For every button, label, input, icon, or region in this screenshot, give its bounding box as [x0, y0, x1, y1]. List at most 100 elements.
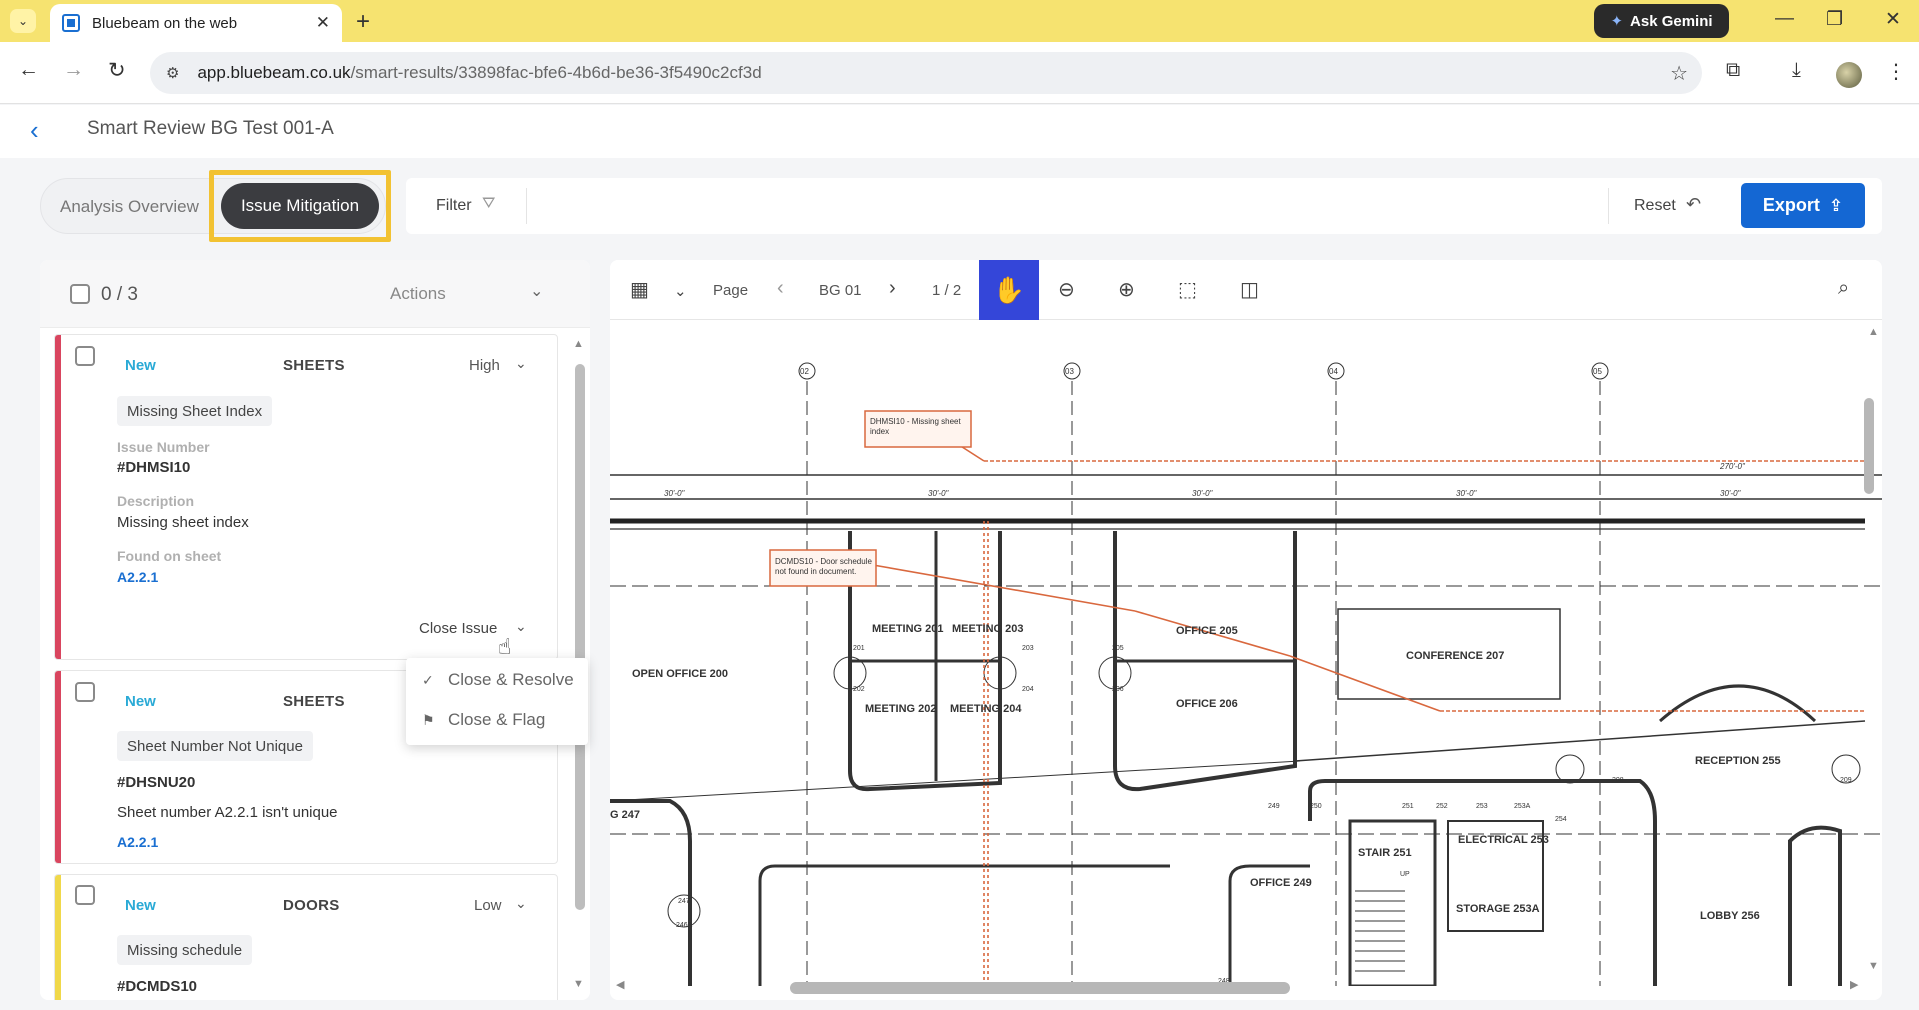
- chevron-down-icon[interactable]: ⌄: [530, 281, 543, 301]
- dimension-label: 30'-0": [1720, 489, 1742, 498]
- tab-issue-mitigation[interactable]: Issue Mitigation: [221, 183, 379, 229]
- page-name-select[interactable]: BG 01: [819, 282, 862, 299]
- door-tag: 209: [1840, 777, 1852, 784]
- browser-tab-bar: ⌄ Bluebeam on the web ✕ + ✦ Ask Gemini —…: [0, 0, 1919, 42]
- export-button[interactable]: Export ⇪: [1741, 183, 1865, 228]
- reload-icon[interactable]: ↻: [108, 58, 126, 83]
- extensions-icon[interactable]: ⧉: [1726, 59, 1740, 82]
- site-info-icon[interactable]: ⚙: [166, 64, 179, 82]
- thumbnails-grid-icon[interactable]: ▦: [630, 277, 649, 302]
- room-label: MEETING 202: [865, 703, 937, 715]
- chevron-down-icon[interactable]: ⌄: [515, 355, 527, 372]
- restore-icon[interactable]: ❐: [1826, 8, 1843, 31]
- ask-gemini-button[interactable]: ✦ Ask Gemini: [1594, 4, 1729, 38]
- priority-accent-bar: [55, 875, 61, 1000]
- url-input[interactable]: ⚙ app.bluebeam.co.uk/smart-results/33898…: [150, 52, 1702, 94]
- sheet-link[interactable]: A2.2.1: [117, 569, 158, 585]
- scrollbar-thumb[interactable]: [575, 364, 585, 910]
- share-icon: ⇪: [1828, 195, 1844, 215]
- minimize-icon[interactable]: —: [1775, 8, 1794, 30]
- dimension-label: 30'-0": [1192, 489, 1214, 498]
- grid-bubble-label: 02: [800, 367, 809, 376]
- prev-page-icon[interactable]: ‹: [777, 277, 784, 300]
- room-label: RECEPTION 255: [1695, 755, 1781, 767]
- address-bar-row: ← → ↻ ⚙ app.bluebeam.co.uk/smart-results…: [0, 42, 1919, 104]
- scroll-left-arrow-icon[interactable]: ◀: [616, 978, 624, 991]
- filter-button[interactable]: Filter: [436, 197, 472, 215]
- chevron-down-icon[interactable]: ⌄: [515, 618, 527, 635]
- floor-plan-drawing[interactable]: DHMSI10 - Missing sheet index DCMDS10 - …: [610, 321, 1882, 986]
- issue-checkbox[interactable]: [75, 346, 95, 366]
- document-viewer: ▦ ⌄ Page ‹ BG 01 › 1 / 2 ✋ ⊖ ⊕ ⬚ ◫ ⌕ DHM…: [610, 260, 1882, 1000]
- profile-avatar[interactable]: [1836, 62, 1862, 88]
- menu-item-close-flag[interactable]: ⚑ Close & Flag: [422, 710, 545, 730]
- next-page-icon[interactable]: ›: [889, 277, 896, 300]
- zoom-in-icon[interactable]: ⊕: [1118, 277, 1135, 302]
- scroll-right-arrow-icon[interactable]: ▶: [1850, 978, 1858, 991]
- priority-accent-bar: [55, 671, 61, 863]
- back-chevron-icon[interactable]: ‹: [30, 115, 39, 146]
- scroll-up-arrow-icon[interactable]: ▲: [573, 338, 584, 350]
- pan-hand-icon[interactable]: ✋: [979, 260, 1039, 320]
- window-close-icon[interactable]: ✕: [1885, 8, 1901, 31]
- actions-dropdown[interactable]: Actions: [390, 284, 446, 304]
- description-label: Description: [117, 493, 195, 509]
- scroll-down-arrow-icon[interactable]: ▼: [1868, 960, 1879, 972]
- undo-icon[interactable]: ↶: [1686, 194, 1701, 215]
- door-tag: 247: [678, 898, 690, 905]
- priority-dropdown[interactable]: High: [469, 357, 500, 374]
- door-tag: 204: [1022, 686, 1034, 693]
- hand-cursor-icon: ☝: [498, 634, 512, 659]
- browser-menu-icon[interactable]: ⋮: [1886, 59, 1906, 84]
- issue-card[interactable]: New SHEETS High ⌄ Missing Sheet Index Is…: [54, 334, 558, 660]
- issue-checkbox[interactable]: [75, 682, 95, 702]
- door-tag: 206: [1112, 686, 1124, 693]
- reset-button[interactable]: Reset: [1634, 197, 1676, 215]
- close-issue-button[interactable]: Close Issue: [419, 620, 497, 637]
- filter-funnel-icon[interactable]: ⛛: [482, 195, 495, 213]
- door-tag: 205: [1112, 645, 1124, 652]
- viewer-toolbar: ▦ ⌄ Page ‹ BG 01 › 1 / 2 ✋ ⊖ ⊕ ⬚ ◫ ⌕: [610, 260, 1882, 320]
- scroll-down-arrow-icon[interactable]: ▼: [573, 978, 584, 990]
- search-icon[interactable]: ⌕: [1838, 277, 1849, 300]
- menu-item-label: Close & Resolve: [448, 670, 574, 689]
- tab-search-chevron-icon[interactable]: ⌄: [10, 9, 36, 33]
- menu-item-close-resolve[interactable]: ✓ Close & Resolve: [422, 670, 574, 690]
- forward-arrow-icon[interactable]: →: [63, 58, 84, 82]
- back-arrow-icon[interactable]: ←: [18, 58, 39, 82]
- horizontal-scrollbar-thumb[interactable]: [790, 982, 1290, 994]
- issue-description: Sheet number A2.2.1 isn't unique: [117, 804, 338, 821]
- download-icon[interactable]: ⤓: [1792, 59, 1801, 82]
- bluebeam-favicon-icon: [62, 14, 80, 32]
- browser-tab[interactable]: Bluebeam on the web ✕: [50, 4, 342, 42]
- url-path: /smart-results/33898fac-bfe6-4b6d-be36-3…: [350, 63, 762, 82]
- double-check-icon: ✓: [422, 671, 434, 688]
- priority-dropdown[interactable]: Low: [474, 897, 502, 914]
- url-host: app.bluebeam.co.uk: [197, 63, 351, 82]
- select-all-checkbox[interactable]: [70, 284, 90, 304]
- page-count: 1 / 2: [932, 282, 962, 299]
- grid-bubble-label: 03: [1065, 367, 1074, 376]
- room-label: OPEN OFFICE 200: [632, 668, 728, 680]
- scroll-up-arrow-icon[interactable]: ▲: [1868, 326, 1879, 338]
- ask-gemini-label: Ask Gemini: [1630, 12, 1713, 30]
- tab-analysis-overview[interactable]: Analysis Overview: [60, 197, 199, 217]
- vertical-scrollbar-thumb[interactable]: [1864, 398, 1874, 494]
- menu-item-label: Close & Flag: [448, 710, 546, 729]
- door-tag: 250: [1310, 803, 1322, 810]
- issue-checkbox[interactable]: [75, 885, 95, 905]
- sheet-link[interactable]: A2.2.1: [117, 834, 158, 850]
- close-tab-icon[interactable]: ✕: [316, 13, 330, 33]
- split-view-icon[interactable]: ◫: [1240, 277, 1259, 302]
- bookmark-star-icon[interactable]: ☆: [1670, 61, 1688, 86]
- chevron-down-icon[interactable]: ⌄: [674, 282, 687, 300]
- room-label: MEETING 203: [952, 623, 1024, 635]
- chevron-down-icon[interactable]: ⌄: [515, 895, 527, 912]
- grid-bubble-label: 04: [1329, 367, 1338, 376]
- zoom-out-icon[interactable]: ⊖: [1058, 277, 1075, 302]
- export-label: Export: [1762, 195, 1820, 215]
- issue-card[interactable]: New DOORS Low ⌄ Missing schedule #DCMDS1…: [54, 874, 558, 1000]
- new-tab-icon[interactable]: +: [356, 8, 370, 36]
- zoom-area-icon[interactable]: ⬚: [1178, 277, 1197, 302]
- room-label: ELECTRICAL 253: [1458, 834, 1549, 846]
